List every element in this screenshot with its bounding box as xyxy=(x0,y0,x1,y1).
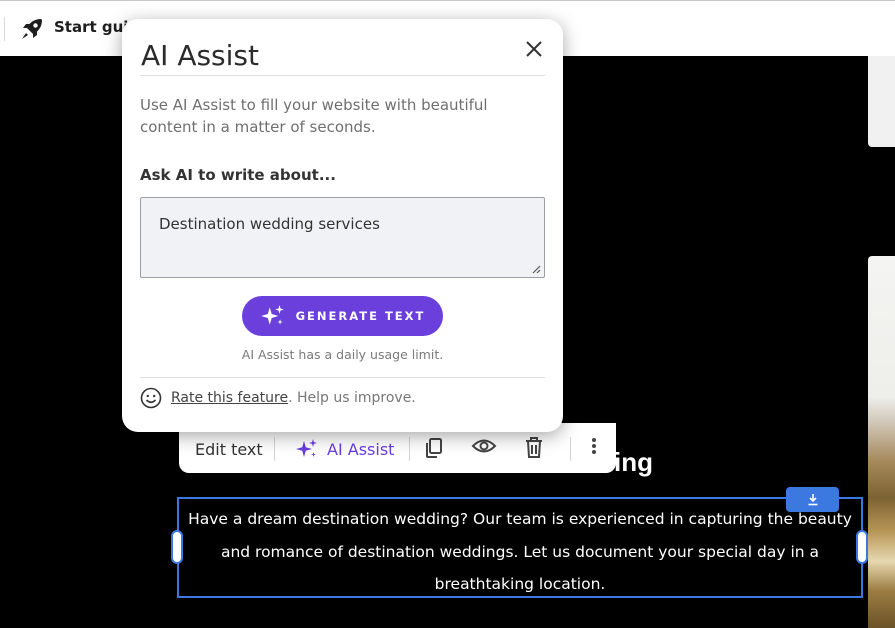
rate-feature-link[interactable]: Rate this feature xyxy=(171,390,288,406)
ai-assist-button[interactable]: AI Assist xyxy=(295,438,394,460)
modal-title: AI Assist xyxy=(141,39,259,72)
toolbar-divider xyxy=(274,437,275,461)
ai-assist-label: AI Assist xyxy=(327,439,395,459)
rate-feature-text: . Help us improve. xyxy=(288,390,416,406)
generate-text-label: GENERATE TEXT xyxy=(295,309,426,323)
topbar-divider xyxy=(4,17,5,41)
section-heading[interactable]: ing xyxy=(614,447,653,478)
sparkle-icon xyxy=(296,439,317,457)
download-icon xyxy=(808,494,817,506)
resize-handle-right[interactable] xyxy=(856,530,868,564)
selected-text-block[interactable]: Have a dream destination wedding? Our te… xyxy=(177,497,863,598)
trash-icon[interactable] xyxy=(521,435,547,461)
usage-limit-note: AI Assist has a daily usage limit. xyxy=(241,347,444,362)
edit-text-button[interactable]: Edit text xyxy=(195,440,263,459)
body-text[interactable]: Have a dream destination wedding? Our te… xyxy=(179,503,861,601)
toolbar-divider xyxy=(409,437,410,461)
resize-handle-left[interactable] xyxy=(171,530,183,564)
ask-label: Ask AI to write about... xyxy=(140,166,336,184)
eye-icon[interactable] xyxy=(471,435,497,461)
resize-grip-icon[interactable] xyxy=(531,264,541,274)
sparkle-icon xyxy=(260,305,284,325)
more-vertical-icon[interactable] xyxy=(581,435,607,461)
toolbar-divider xyxy=(570,437,571,461)
rate-feature-row: Rate this feature . Help us improve. xyxy=(140,387,416,409)
modal-description: Use AI Assist to fill your website with … xyxy=(140,96,488,136)
divider xyxy=(140,75,545,76)
divider xyxy=(140,377,545,378)
close-icon[interactable] xyxy=(523,38,545,60)
download-button[interactable] xyxy=(786,487,839,512)
thumbnail-top xyxy=(868,56,895,147)
prompt-textarea[interactable]: Destination wedding services xyxy=(140,197,545,278)
rocket-icon[interactable] xyxy=(19,16,45,42)
ai-assist-modal: AI Assist Use AI Assist to fill your web… xyxy=(122,19,563,432)
thumbnail-photo xyxy=(868,256,895,628)
smiley-icon xyxy=(140,387,162,409)
generate-text-button[interactable]: GENERATE TEXT xyxy=(242,296,443,336)
copy-icon[interactable] xyxy=(422,435,448,461)
